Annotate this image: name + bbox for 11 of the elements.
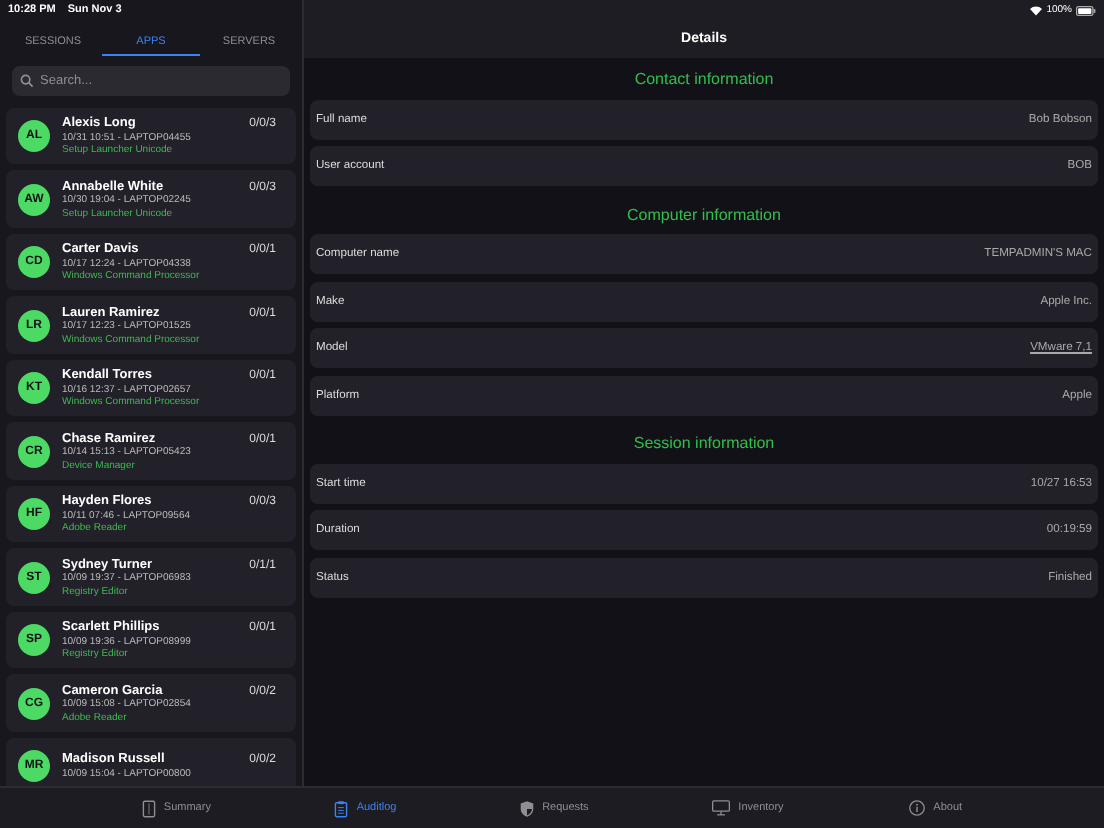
monitor-icon (712, 800, 731, 816)
document-icon (141, 799, 156, 817)
battery-icon (1076, 5, 1096, 15)
search-icon (20, 73, 34, 88)
wifi-icon (1030, 5, 1043, 15)
clipboard-icon (334, 799, 349, 817)
info-icon (907, 800, 926, 816)
section-title: Session information (631, 432, 777, 456)
section-title: Computer information (625, 203, 783, 227)
shield-icon (520, 799, 535, 817)
section-title: Contact information (632, 68, 776, 92)
